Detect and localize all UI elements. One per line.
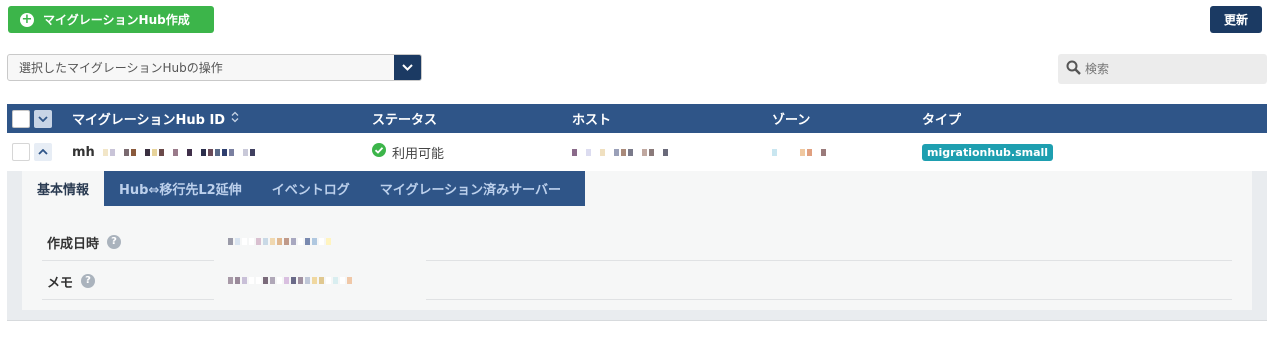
table-bottom-border (7, 320, 1267, 321)
column-header-id[interactable]: マイグレーションHub ID (72, 104, 239, 133)
search-input[interactable] (1085, 62, 1255, 76)
table-row[interactable]: mh 利用可能 migrationhub.small (7, 133, 1267, 171)
search-icon (1066, 60, 1081, 79)
memo-label: メモ ? (47, 272, 96, 291)
status-text: 利用可能 (392, 146, 445, 162)
column-header-host: ホスト (572, 113, 612, 128)
row-checkbox[interactable] (12, 143, 30, 161)
table-header: マイグレーションHub ID ステータス ホスト ゾーン タイプ (7, 104, 1267, 133)
bulk-menu-chevron-icon[interactable] (34, 109, 52, 128)
operations-select-value: 選択したマイグレーションHubの操作 (19, 61, 223, 75)
column-header-zone: ゾーン (772, 113, 811, 128)
redacted-host (572, 148, 670, 156)
help-icon[interactable]: ? (107, 235, 122, 249)
detail-tabs: 基本情報 Hub⇔移行先L2延伸 イベントログ マイグレーション済みサーバー (22, 171, 585, 206)
tab-l2-extension[interactable]: Hub⇔移行先L2延伸 (104, 171, 257, 206)
tab-event-log[interactable]: イベントログ (257, 171, 365, 206)
collapse-row-chevron-icon[interactable] (34, 143, 52, 161)
column-header-status: ステータス (372, 113, 438, 128)
redacted-zone (772, 148, 828, 156)
create-migration-hub-button[interactable]: + マイグレーションHub作成 (8, 6, 214, 33)
redacted-id (102, 148, 257, 156)
plus-circle-icon: + (20, 11, 34, 27)
divider (426, 299, 1232, 300)
chevron-down-icon[interactable] (394, 55, 421, 80)
column-header-type: タイプ (922, 113, 962, 128)
sort-icon[interactable] (231, 111, 239, 127)
check-circle-icon (372, 143, 386, 161)
divider (426, 260, 1232, 261)
redacted-memo (228, 277, 354, 284)
divider (42, 299, 214, 300)
refresh-button[interactable]: 更新 (1210, 6, 1262, 33)
tab-migrated-servers[interactable]: マイグレーション済みサーバー (365, 171, 576, 206)
search-box[interactable] (1058, 54, 1267, 84)
hub-id: mh (72, 144, 95, 160)
create-migration-hub-label: マイグレーションHub作成 (43, 13, 190, 27)
redacted-created-at (228, 238, 333, 245)
created-at-label: 作成日時 ? (47, 233, 122, 252)
divider (42, 260, 214, 261)
select-all-checkbox[interactable] (12, 109, 30, 128)
operations-select[interactable]: 選択したマイグレーションHubの操作 (7, 54, 422, 81)
tab-basic-info[interactable]: 基本情報 (22, 171, 105, 206)
type-badge: migrationhub.small (922, 143, 1054, 161)
help-icon[interactable]: ? (81, 274, 96, 288)
